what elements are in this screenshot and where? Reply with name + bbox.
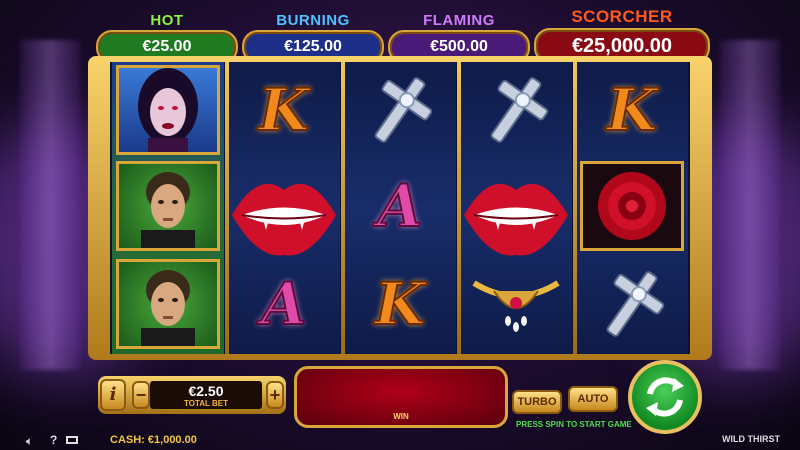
symbol-cross bbox=[344, 62, 456, 158]
auto-button[interactable]: AUTO bbox=[568, 386, 618, 412]
vampire-woman-icon bbox=[138, 68, 198, 152]
k-letter: K bbox=[258, 75, 310, 145]
vampire-lips-icon bbox=[232, 183, 336, 256]
turbo-button[interactable]: TURBO bbox=[512, 390, 562, 414]
symbol-a: A bbox=[344, 158, 456, 254]
symbol-rose bbox=[576, 158, 688, 254]
symbol-a: A bbox=[228, 256, 340, 352]
k-letter: K bbox=[606, 75, 658, 145]
jackpot-scorcher-title: SCORCHER bbox=[571, 7, 673, 26]
decrease-bet-button[interactable]: − bbox=[132, 381, 150, 409]
symbol-vampire-woman bbox=[112, 62, 224, 158]
k-letter: K bbox=[374, 269, 426, 339]
spin-arrows-icon bbox=[646, 377, 684, 417]
cash-label: CASH: bbox=[110, 434, 145, 446]
jeweled-cross-icon bbox=[374, 77, 433, 143]
jackpot-burning: BURNING €125.00 bbox=[242, 8, 384, 64]
cash-value: €1,000.00 bbox=[147, 434, 197, 446]
jackpot-flaming: FLAMING €500.00 bbox=[388, 8, 530, 64]
symbol-k: K bbox=[344, 256, 456, 352]
a-letter: A bbox=[260, 269, 307, 339]
a-letter: A bbox=[376, 171, 423, 241]
spin-button[interactable] bbox=[628, 360, 702, 434]
symbol-k: K bbox=[576, 62, 688, 158]
game-title: WILD THIRST bbox=[722, 434, 780, 444]
sound-icon[interactable]: 🔈︎ bbox=[26, 434, 33, 449]
background-column bbox=[20, 40, 80, 370]
info-button[interactable]: i bbox=[100, 379, 126, 411]
symbol-man-portrait bbox=[112, 158, 224, 254]
jackpot-hot-title: HOT bbox=[150, 12, 184, 29]
jackpot-burning-title: BURNING bbox=[276, 12, 350, 29]
jeweled-cross-icon bbox=[606, 271, 665, 337]
jeweled-cross-icon bbox=[490, 77, 549, 143]
symbol-necklace bbox=[460, 256, 572, 352]
total-bet-label: TOTAL BET bbox=[184, 399, 228, 408]
symbol-man-portrait bbox=[112, 256, 224, 352]
red-rose-icon bbox=[598, 172, 666, 240]
gold-necklace-icon bbox=[472, 280, 560, 332]
help-icon[interactable]: ? bbox=[50, 433, 57, 447]
win-display: WIN bbox=[294, 366, 508, 428]
symbol-cross bbox=[576, 256, 688, 352]
total-bet-display: €2.50 TOTAL BET bbox=[150, 381, 262, 409]
total-bet-value: €2.50 bbox=[188, 383, 224, 399]
fullscreen-icon[interactable] bbox=[66, 436, 78, 444]
cash-display: CASH: €1,000.00 bbox=[110, 434, 197, 446]
win-label: WIN bbox=[393, 412, 409, 421]
increase-bet-button[interactable]: + bbox=[266, 381, 284, 409]
jackpot-scorcher: SCORCHER €25,000.00 bbox=[534, 4, 710, 64]
background-column bbox=[720, 40, 780, 370]
vampire-lips-icon bbox=[464, 183, 568, 256]
man-portrait-icon bbox=[141, 172, 195, 248]
jackpot-flaming-title: FLAMING bbox=[423, 12, 495, 29]
press-spin-hint: PRESS SPIN TO START GAME bbox=[516, 420, 632, 429]
jackpot-hot: HOT €25.00 bbox=[96, 8, 238, 64]
man-portrait-icon bbox=[141, 270, 195, 346]
